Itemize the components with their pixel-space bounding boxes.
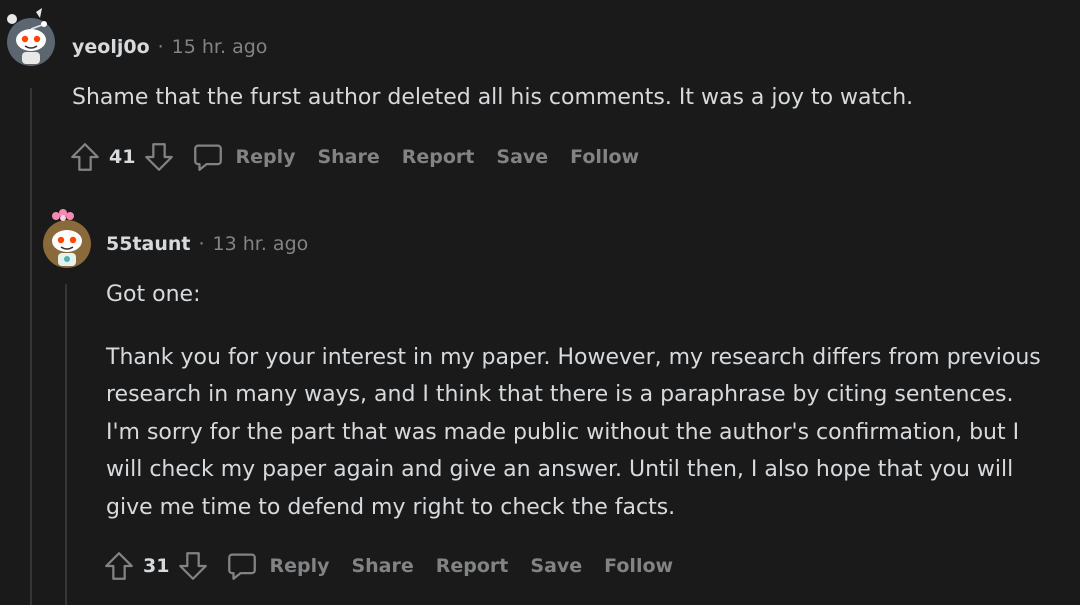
save-button[interactable]: Save bbox=[496, 146, 548, 168]
comment-paragraph: Got one: bbox=[106, 282, 201, 307]
snoo-avatar-icon bbox=[7, 8, 55, 66]
snoo-avatar-icon bbox=[43, 209, 91, 268]
reply-bubble-icon bbox=[225, 549, 259, 583]
vote-score: 31 bbox=[143, 555, 170, 577]
upvote-icon bbox=[105, 552, 133, 580]
follow-button[interactable]: Follow bbox=[570, 146, 639, 168]
downvote-button[interactable] bbox=[141, 139, 177, 175]
upvote-button[interactable] bbox=[101, 548, 137, 584]
reply-label: Reply bbox=[235, 146, 296, 168]
separator-dot: · bbox=[157, 36, 164, 58]
comment-header: 55taunt · 13 hr. ago bbox=[106, 233, 308, 255]
thread-line-primary[interactable] bbox=[30, 88, 32, 605]
thread-line-reply[interactable] bbox=[65, 284, 67, 605]
save-button[interactable]: Save bbox=[530, 555, 582, 577]
avatar[interactable] bbox=[43, 209, 91, 268]
downvote-icon bbox=[179, 552, 208, 580]
timestamp[interactable]: 13 hr. ago bbox=[213, 233, 309, 255]
share-button[interactable]: Share bbox=[351, 555, 413, 577]
vote-score: 41 bbox=[109, 146, 136, 168]
timestamp[interactable]: 15 hr. ago bbox=[172, 36, 268, 58]
separator-dot: · bbox=[198, 233, 205, 255]
upvote-button[interactable] bbox=[67, 139, 103, 175]
avatar[interactable] bbox=[7, 8, 56, 66]
comment-body: Shame that the furst author deleted all … bbox=[72, 79, 1052, 117]
share-button[interactable]: Share bbox=[317, 146, 379, 168]
downvote-button[interactable] bbox=[175, 548, 211, 584]
reply-button[interactable]: Reply bbox=[191, 140, 295, 174]
downvote-icon bbox=[145, 143, 174, 171]
comment-body: Got one: Thank you for your interest in … bbox=[106, 276, 1051, 526]
comment-paragraph: Shame that the furst author deleted all … bbox=[72, 85, 914, 110]
comment-actions: 31 Reply Share Report Save Follow bbox=[101, 546, 695, 586]
reply-button[interactable]: Reply bbox=[225, 549, 329, 583]
username[interactable]: yeolj0o bbox=[72, 36, 150, 58]
upvote-icon bbox=[71, 143, 99, 171]
reply-label: Reply bbox=[269, 555, 330, 577]
comment-actions: 41 Reply Share Report Save Follow bbox=[67, 137, 661, 177]
report-button[interactable]: Report bbox=[402, 146, 475, 168]
follow-button[interactable]: Follow bbox=[604, 555, 673, 577]
report-button[interactable]: Report bbox=[436, 555, 509, 577]
reply-bubble-icon bbox=[191, 140, 225, 174]
comment-header: yeolj0o · 15 hr. ago bbox=[72, 36, 267, 58]
username[interactable]: 55taunt bbox=[106, 233, 190, 255]
comment-paragraph: Thank you for your interest in my paper.… bbox=[106, 344, 1041, 520]
